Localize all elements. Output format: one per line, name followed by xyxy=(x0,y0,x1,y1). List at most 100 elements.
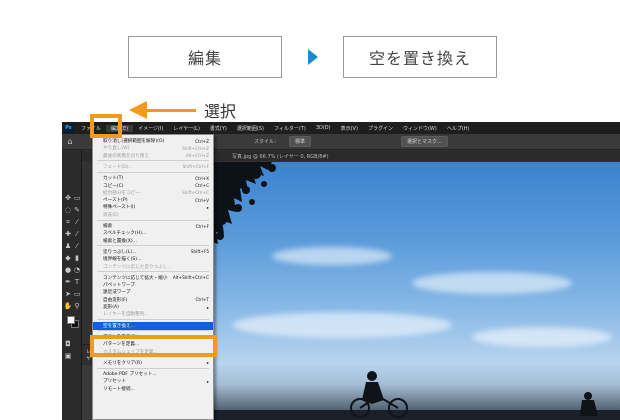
marquee-tool-icon[interactable]: ▭ xyxy=(73,194,81,202)
edit-menu-item[interactable]: 消去(E) xyxy=(93,211,213,219)
menu-item-shortcut: Ctrl+T xyxy=(195,297,209,303)
zoom-tool-icon[interactable]: ⚲ xyxy=(73,302,81,310)
quick-select-icon[interactable]: ✎ xyxy=(73,206,81,214)
menu-item-shortcut: ▸ xyxy=(206,378,209,384)
menu-plugins[interactable]: プラグイン xyxy=(363,125,398,132)
menu-item-shortcut: ▸ xyxy=(206,360,209,366)
menu-item-label: 特殊ペースト(I) xyxy=(103,205,136,211)
menu-item-label: コンテンツに応じて拡大・縮小 xyxy=(103,275,168,281)
cloud xyxy=(472,327,612,347)
path-select-icon[interactable]: ➤ xyxy=(64,290,72,298)
cloud xyxy=(412,272,572,294)
edit-menu-item[interactable]: メモリをクリア(R) ▸ xyxy=(93,359,213,367)
step-arrow-icon xyxy=(308,49,318,65)
sky-replace-highlight xyxy=(90,335,217,357)
edit-menu-item[interactable]: リモート接続... xyxy=(93,385,213,393)
menu-separator xyxy=(97,160,209,162)
menu-item-label: やり直し(W) xyxy=(103,146,130,152)
quick-mask-icon[interactable]: ◘ xyxy=(64,340,72,348)
menu-layer[interactable]: レイヤー(L) xyxy=(168,125,205,132)
pen-tool-icon[interactable]: ✒ xyxy=(64,278,72,286)
menu-item-label: 取り消し(選択範囲を解除)(O) xyxy=(103,139,165,144)
stamp-tool-icon[interactable]: ♟ xyxy=(64,242,72,250)
menu-item-shortcut: Ctrl+V xyxy=(195,197,209,203)
menu-item-label: 検索 xyxy=(103,224,113,229)
menu-item-label: 遠近法ワープ xyxy=(103,290,131,296)
blur-tool-icon[interactable]: ● xyxy=(64,266,72,274)
edit-menu-item[interactable]: コンテンツに応じた塗りつぶし... xyxy=(93,263,213,271)
menu-item-label: ペースト(P) xyxy=(103,198,128,204)
menu-separator xyxy=(97,330,209,332)
lasso-tool-icon[interactable]: ◌ xyxy=(64,206,72,214)
healing-brush-icon[interactable]: ✚ xyxy=(64,230,72,238)
tree-silhouette xyxy=(212,162,276,244)
select-and-mask-button[interactable]: 選択とマスク... xyxy=(401,136,448,147)
edit-menu-item[interactable]: 検索と置換(X)... xyxy=(93,237,213,245)
tools-panel: ✥ ▭ ◌ ✎ ⌗ ⁄ ✚ ⁄ ♟ ⁄ ◆ ▮ ● ◔ ✒ T ➤ ▭ ✋ ⚲ … xyxy=(62,150,82,420)
callout-arrow-shaft xyxy=(146,109,196,112)
menu-item-label: 最後の状態を切り替え xyxy=(103,153,149,159)
canvas-photo[interactable] xyxy=(212,162,620,420)
move-tool-icon[interactable]: ✥ xyxy=(64,194,72,202)
menu-type[interactable]: 書式(Y) xyxy=(205,125,232,132)
menu-window[interactable]: ウィンドウ(W) xyxy=(398,125,442,132)
menu-item-label: 消去(E) xyxy=(103,212,119,218)
brush-tool-icon[interactable]: ⁄ xyxy=(73,230,81,238)
menu-item-label: フェード(D)... xyxy=(103,164,133,170)
menu-item-shortcut: ▸ xyxy=(206,204,209,210)
menu-image[interactable]: イメージ(I) xyxy=(133,125,168,132)
menu-item-label: カット(T) xyxy=(103,176,124,182)
callout-arrow-icon xyxy=(129,101,147,119)
menu-item-label: 変形(A) xyxy=(103,305,119,310)
gradient-tool-icon[interactable]: ▮ xyxy=(73,254,81,262)
ground-silhouette xyxy=(212,371,620,420)
step-sky-replace-box: 空を置き換え xyxy=(343,36,497,78)
menu-select[interactable]: 選択範囲(S) xyxy=(232,125,269,132)
menu-item-label: 自由変形(F) xyxy=(103,297,128,303)
menu-item-shortcut: Shift+Ctrl+Z xyxy=(182,145,209,151)
edit-menu-item[interactable]: レイヤーを自動整列... xyxy=(93,310,213,318)
eraser-tool-icon[interactable]: ◆ xyxy=(64,254,72,262)
menu-item-sky-replace[interactable]: 空を置き換え... xyxy=(93,321,213,330)
eyedropper-icon[interactable]: ⁄ xyxy=(73,218,81,226)
menu-item-label: 塗りつぶし(L)... xyxy=(103,249,137,255)
menu-bar: Ps ファイル 編集(E) イメージ(I) レイヤー(L) 書式(Y) 選択範囲… xyxy=(62,122,620,134)
menu-item-shortcut: Ctrl+C xyxy=(195,183,209,188)
menu-help[interactable]: ヘルプ(H) xyxy=(442,125,475,132)
menu-item-label: リモート接続... xyxy=(103,386,135,392)
menu-item-label: 検索と置換(X)... xyxy=(103,238,138,244)
shape-tool-icon[interactable]: ▭ xyxy=(73,290,81,298)
menu-filter[interactable]: フィルター(T) xyxy=(269,125,311,132)
hand-tool-icon[interactable]: ✋ xyxy=(64,302,73,310)
style-select[interactable]: 標準 xyxy=(289,136,312,147)
crop-tool-icon[interactable]: ⌗ xyxy=(64,218,72,226)
menu-item-shortcut: Shift+Ctrl+F xyxy=(182,164,209,170)
edit-menu-item[interactable]: フェード(D)... Shift+Ctrl+F xyxy=(93,163,213,171)
menu-view[interactable]: 表示(V) xyxy=(336,125,363,132)
photoshop-window: Ps ファイル 編集(E) イメージ(I) レイヤー(L) 書式(Y) 選択範囲… xyxy=(62,122,620,420)
menu-item-label: 空を置き換え... xyxy=(103,323,135,329)
dodge-tool-icon[interactable]: ◔ xyxy=(73,266,81,274)
menu-3d[interactable]: 3D(D) xyxy=(311,125,336,131)
callout-label: 選択 xyxy=(204,102,237,121)
history-brush-icon[interactable]: ⁄ xyxy=(73,242,81,250)
menu-item-shortcut: Shift+F5 xyxy=(190,249,209,255)
photoshop-logo: Ps xyxy=(64,123,73,133)
menu-item-shortcut: Ctrl+X xyxy=(195,175,209,181)
menu-separator xyxy=(97,219,209,221)
menu-item-shortcut: Ctrl+F xyxy=(195,223,209,229)
menu-item-label: Adobe PDF プリセット... xyxy=(103,372,157,378)
menu-item-label: コピー(C) xyxy=(103,183,124,189)
step-edit-box: 編集 xyxy=(128,36,282,78)
home-icon[interactable]: ⌂ xyxy=(62,137,78,146)
style-label: スタイル： xyxy=(254,139,280,145)
menu-item-label: 境界線を描く(S)... xyxy=(103,257,142,263)
menu-item-label: プリセット xyxy=(103,379,126,385)
screen-mode-icon[interactable]: ▣ xyxy=(64,352,72,360)
document-tab-title: 写真.jpg @ 66.7% (レイヤー 0, RGB/8#) xyxy=(232,153,329,160)
edit-menu-item[interactable]: 最後の状態を切り替え Alt+Ctrl+Z xyxy=(93,152,213,160)
foreground-color-swatch[interactable] xyxy=(67,316,75,324)
menu-item-shortcut: Alt+Shift+Ctrl+C xyxy=(172,275,209,281)
menu-separator xyxy=(97,271,209,273)
type-tool-icon[interactable]: T xyxy=(73,278,81,286)
